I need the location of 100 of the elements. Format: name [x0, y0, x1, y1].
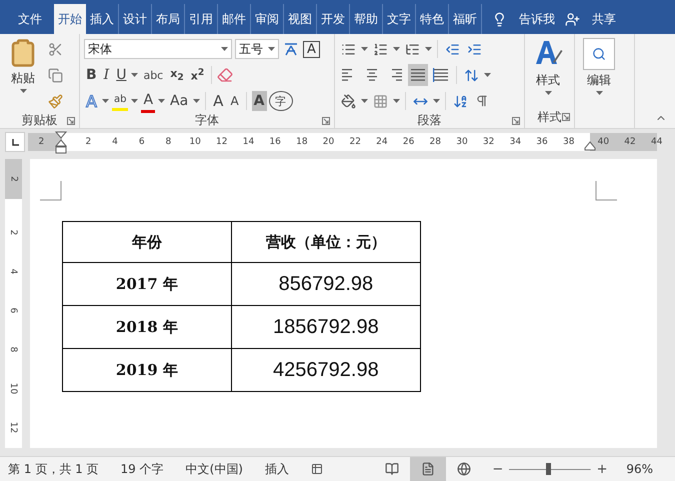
distributed-align-icon [433, 68, 449, 82]
ruler-number: 38 [562, 137, 576, 147]
word-count[interactable]: 19 个字 [120, 460, 164, 478]
case-button[interactable]: Aa [168, 90, 200, 112]
page-icon [421, 462, 436, 476]
pilcrow-icon [475, 94, 489, 108]
caret-icon [361, 99, 368, 103]
macro-icon [311, 462, 323, 476]
ribbon-tab[interactable]: 文件 [6, 4, 54, 34]
tab-stop-icon [12, 138, 18, 146]
bold-button[interactable]: B [84, 64, 99, 86]
launcher-icon [67, 117, 75, 125]
character-border-button[interactable]: A [303, 40, 320, 58]
ruler-number: 42 [623, 137, 637, 147]
caret-icon [131, 99, 138, 103]
table-cell: 4256792.98 [231, 348, 420, 392]
table-cell: 2017 年 [62, 262, 232, 306]
ruler-number: 10 [188, 137, 202, 147]
ruler-number: 2 [8, 175, 20, 184]
zoom-in-button[interactable]: + [596, 462, 608, 476]
sub-button[interactable]: x$_{2}$ [168, 64, 186, 86]
highlight-button[interactable]: ab [112, 90, 138, 112]
scissors-icon [48, 42, 63, 56]
group-title: 段落 [418, 112, 442, 129]
share-button[interactable]: 共享 [592, 10, 616, 28]
paste-button[interactable]: 粘贴 [4, 38, 42, 112]
font-name-field[interactable]: 宋体 [84, 39, 232, 59]
group-title: 字体 [195, 112, 219, 129]
ribbon-tab[interactable]: 开始 [54, 4, 86, 34]
ruler-number: 44 [650, 137, 664, 147]
grow-button[interactable]: A [211, 90, 226, 112]
insert-mode[interactable]: 插入 [265, 460, 289, 478]
caret-icon [425, 47, 432, 51]
caret-icon [393, 99, 400, 103]
table-cell: 856792.98 [231, 262, 420, 306]
caret-icon [193, 99, 200, 103]
caret-icon [544, 91, 552, 95]
zoom-percent[interactable]: 96% [626, 462, 653, 476]
ruler-number: 32 [482, 137, 496, 147]
table-cell: 2019 年 [62, 348, 232, 392]
ruler-number: 6 [138, 137, 146, 147]
tell-me-field[interactable]: 告诉我 [519, 10, 555, 28]
styles-button[interactable]: 样式 [529, 38, 567, 108]
line-spacing-icon [464, 68, 479, 82]
ruler-number: 8 [8, 346, 20, 354]
ruler-number: 10 [8, 382, 20, 396]
zoom-thumb[interactable] [546, 463, 551, 475]
enclose-button[interactable]: 字 [270, 90, 292, 112]
font-size-field[interactable]: 五号 [235, 39, 279, 59]
ruler-number: 2 [8, 228, 20, 238]
ruler-number: 12 [215, 137, 228, 147]
launcher-icon [512, 117, 520, 125]
caret-icon [268, 47, 275, 51]
strike-button[interactable]: abc [141, 64, 166, 86]
indent-marker[interactable] [55, 131, 67, 155]
editing-button[interactable]: 编辑 [579, 38, 619, 126]
align-justify-icon [410, 68, 426, 82]
language-indicator[interactable]: 中文(中国) [186, 460, 243, 478]
ruler-number: 2 [84, 137, 92, 147]
user-add-icon [565, 12, 580, 26]
zoom-out-button[interactable]: − [492, 462, 504, 476]
ruler-number: 28 [428, 137, 442, 147]
ruler-number: 4 [111, 137, 119, 147]
ruler-number: 6 [8, 306, 20, 316]
shade-button[interactable]: A [252, 90, 266, 112]
ruler-number: 34 [508, 137, 522, 147]
indent-increase-icon [467, 42, 482, 56]
ruler-number: 2 [37, 137, 46, 147]
ruler-number: 20 [322, 137, 336, 147]
sup-button[interactable]: x$^{2}$ [188, 64, 206, 86]
launcher-icon [562, 113, 570, 121]
lightbulb-icon [492, 12, 507, 26]
ruler-number: 18 [295, 137, 309, 147]
ruler-number: 24 [375, 137, 389, 147]
caret-icon [158, 99, 166, 103]
page-count[interactable]: 第 1 页，共 1 页 [8, 460, 99, 478]
align-center-icon [364, 68, 380, 82]
search-icon [592, 47, 606, 61]
copy-icon [48, 68, 63, 82]
caret-icon [361, 47, 368, 51]
shrink-button[interactable]: A [228, 90, 241, 112]
table-cell: 2018 年 [62, 306, 232, 348]
italic-button[interactable]: I [102, 64, 112, 86]
ruler-number: 16 [268, 137, 282, 147]
ruler-number: 30 [455, 137, 469, 147]
launcher-icon [322, 117, 330, 125]
indent-decrease-icon [445, 42, 460, 56]
caret-icon [221, 47, 228, 51]
grid-icon [373, 94, 388, 108]
caret-icon [393, 47, 400, 51]
alignment-button[interactable] [408, 64, 428, 86]
caret-icon [20, 89, 26, 93]
right-indent-marker[interactable] [584, 141, 596, 151]
color-button[interactable]: A [141, 90, 166, 112]
view-button[interactable] [410, 457, 446, 481]
tab-stop-selector[interactable] [5, 132, 25, 152]
group-title: 样式 [538, 108, 562, 126]
ruler-number: 22 [348, 137, 362, 147]
group-title: 剪贴板 [22, 112, 58, 129]
underline-button[interactable]: U [114, 64, 138, 86]
